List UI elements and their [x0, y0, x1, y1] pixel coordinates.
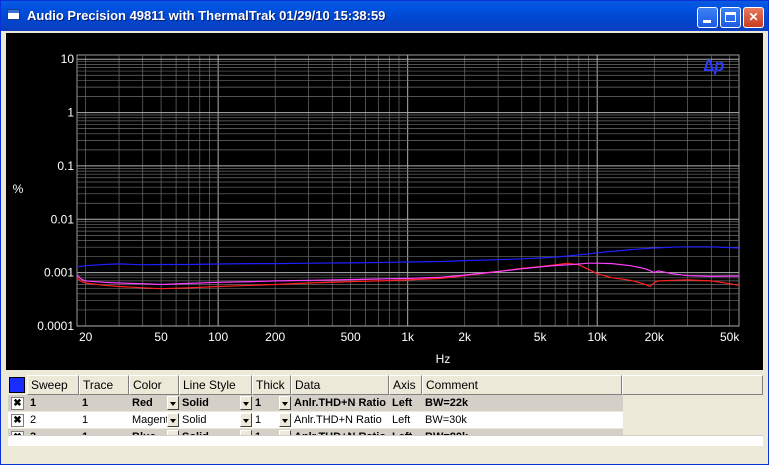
dropdown-arrow-icon[interactable]: [240, 413, 252, 427]
x-tick-label: 100: [208, 330, 228, 344]
cell-trace[interactable]: 1: [79, 412, 129, 428]
cell-comment[interactable]: BW=30k: [422, 412, 622, 428]
ap-logo: ∆p: [704, 56, 725, 75]
cell-color[interactable]: Red: [129, 395, 167, 411]
window-icon[interactable]: [7, 9, 20, 20]
minimize-button[interactable]: [697, 7, 718, 28]
y-tick-label: 10: [61, 52, 75, 66]
thd-n-graph[interactable]: 20 50 100 200 500 1k 2k 5k 10k 20k 50k 0.0001 0.001 0…: [6, 33, 763, 370]
x-tick-label: 1k: [401, 330, 415, 344]
legend-horizontal-scrollbar[interactable]: [8, 435, 763, 446]
maximize-icon: [725, 12, 736, 22]
column-header-axis[interactable]: Axis: [389, 375, 422, 395]
column-header-line-style[interactable]: Line Style: [179, 375, 252, 395]
cell-line-style[interactable]: Solid: [179, 395, 240, 411]
legend-select-all-corner[interactable]: [9, 377, 25, 393]
cell-color[interactable]: Magenta: [129, 412, 167, 428]
minimize-icon: [703, 20, 711, 23]
cell-thick[interactable]: 1: [252, 412, 279, 428]
cell-comment[interactable]: BW=22k: [422, 395, 622, 411]
trace-enable-checkbox[interactable]: ✖: [11, 397, 24, 410]
cell-axis[interactable]: Left: [389, 395, 422, 411]
x-tick-label: 20: [79, 330, 93, 344]
cell-data[interactable]: Anlr.THD+N Ratio: [291, 395, 389, 411]
x-tick-label: 500: [341, 330, 361, 344]
x-tick-label: 10k: [588, 330, 608, 344]
y-tick-label: 0.01: [51, 212, 75, 226]
y-axis-label: %: [13, 182, 24, 196]
column-header-comment[interactable]: Comment: [422, 375, 622, 395]
y-tick-label: 1: [67, 106, 74, 120]
dropdown-arrow-icon[interactable]: [167, 396, 179, 410]
x-tick-label: 50: [154, 330, 168, 344]
title-bar[interactable]: Audio Precision 49811 with ThermalTrak 0…: [1, 1, 768, 31]
column-header-trace[interactable]: Trace: [79, 375, 129, 395]
cell-axis[interactable]: Left: [389, 412, 422, 428]
dropdown-arrow-icon[interactable]: [279, 396, 291, 410]
x-tick-label: 20k: [645, 330, 665, 344]
cell-sweep[interactable]: 2: [27, 412, 79, 428]
cell-trace[interactable]: 1: [79, 395, 129, 411]
trace-legend-table: Sweep Trace Color Line Style Thick Data Axis Co…: [8, 375, 763, 447]
x-tick-label: 200: [265, 330, 285, 344]
x-tick-label: 50k: [720, 330, 740, 344]
application-window: Audio Precision 49811 with ThermalTrak 0…: [0, 0, 769, 465]
trace-enable-checkbox[interactable]: ✖: [11, 414, 24, 427]
window-title: Audio Precision 49811 with ThermalTrak 0…: [27, 8, 386, 23]
column-header-sweep[interactable]: Sweep: [27, 375, 79, 395]
y-tick-label: 0.1: [57, 159, 74, 173]
close-icon: ✕: [748, 10, 759, 24]
column-header-color[interactable]: Color: [129, 375, 179, 395]
y-tick-label: 0.001: [44, 266, 74, 280]
legend-row[interactable]: ✖ 1 1 Red Solid 1 Anlr.THD+N Ratio Left BW=22k: [8, 395, 623, 411]
cell-line-style[interactable]: Solid: [179, 412, 240, 428]
column-header-filler: [622, 375, 763, 395]
close-button[interactable]: ✕: [743, 7, 764, 28]
dropdown-arrow-icon[interactable]: [279, 413, 291, 427]
dropdown-arrow-icon[interactable]: [167, 413, 179, 427]
legend-row[interactable]: ✖21MagentaSolid1Anlr.THD+N RatioLeftBW=3…: [8, 412, 623, 428]
y-tick-label: 0.0001: [37, 319, 74, 333]
x-tick-label: 2k: [458, 330, 472, 344]
graph-panel[interactable]: 20 50 100 200 500 1k 2k 5k 10k 20k 50k 0.0001 0.001 0…: [6, 33, 763, 370]
column-header-data[interactable]: Data: [291, 375, 389, 395]
x-tick-label: 5k: [534, 330, 548, 344]
cell-sweep[interactable]: 1: [27, 395, 79, 411]
maximize-button[interactable]: [720, 7, 741, 28]
column-header-thick[interactable]: Thick: [252, 375, 291, 395]
cell-thick[interactable]: 1: [252, 395, 279, 411]
x-axis-label: Hz: [436, 352, 451, 366]
cell-data[interactable]: Anlr.THD+N Ratio: [291, 412, 389, 428]
dropdown-arrow-icon[interactable]: [240, 396, 252, 410]
